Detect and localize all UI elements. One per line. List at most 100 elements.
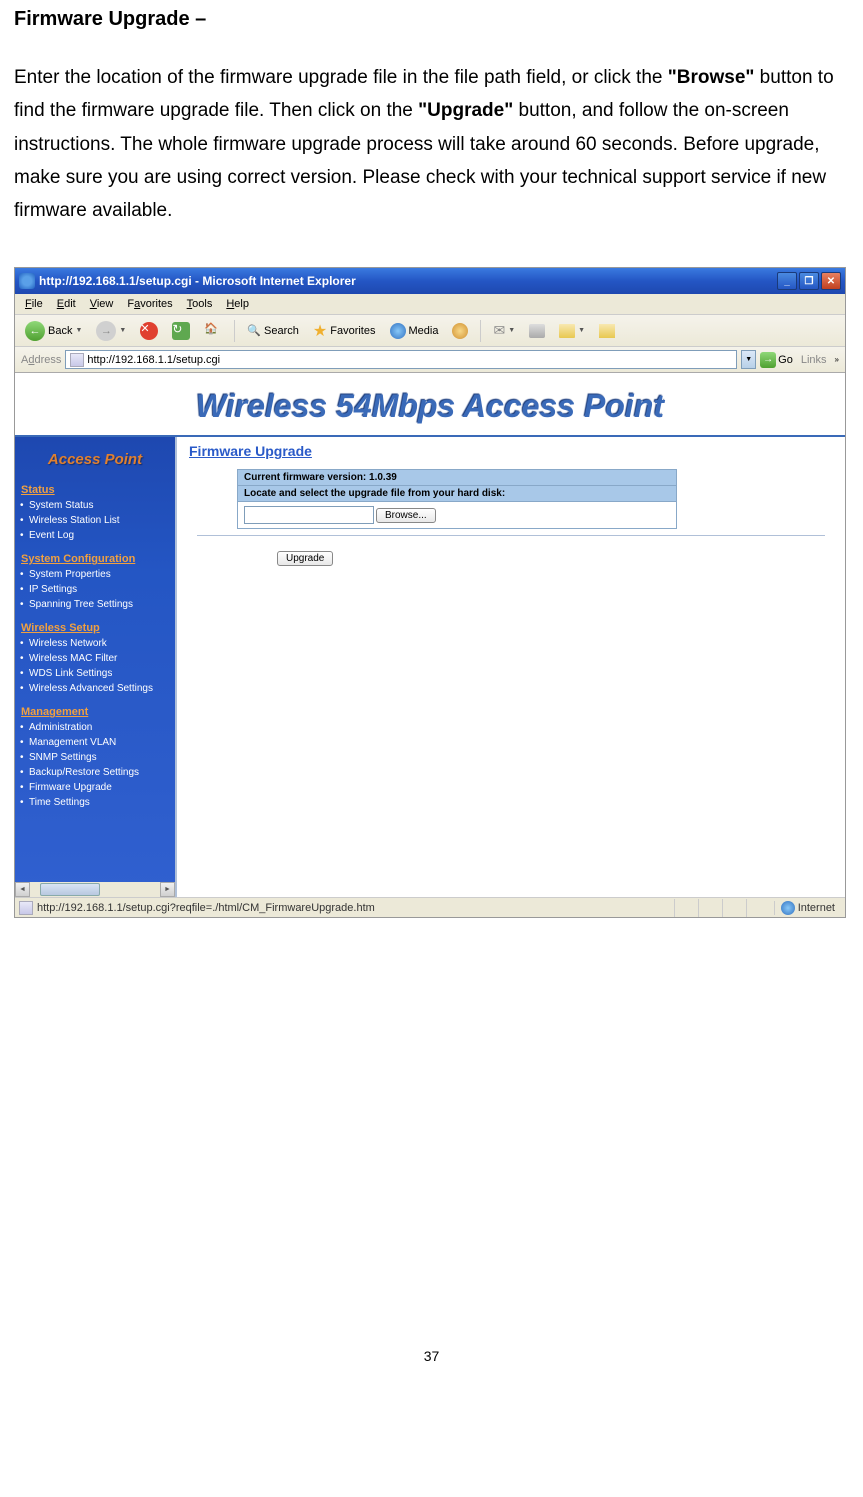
- close-button[interactable]: ✕: [821, 272, 841, 290]
- nav-administration[interactable]: Administration: [15, 720, 175, 735]
- nav-system-status[interactable]: System Status: [15, 498, 175, 513]
- upgrade-button[interactable]: Upgrade: [277, 551, 333, 566]
- links-label[interactable]: Links: [797, 354, 831, 366]
- menu-view[interactable]: View: [84, 296, 120, 312]
- body-upgrade-strong: "Upgrade": [418, 100, 513, 121]
- favorites-button[interactable]: ★ Favorites: [309, 319, 380, 343]
- media-icon: [390, 323, 406, 339]
- scroll-thumb[interactable]: [40, 883, 100, 896]
- menu-tools[interactable]: Tools: [181, 296, 219, 312]
- back-icon: ←: [25, 321, 45, 341]
- nav-wireless-network[interactable]: Wireless Network: [15, 636, 175, 651]
- nav-mgmt-vlan[interactable]: Management VLAN: [15, 735, 175, 750]
- star-icon: ★: [313, 321, 327, 341]
- media-button[interactable]: Media: [386, 321, 443, 341]
- minimize-button[interactable]: _: [777, 272, 797, 290]
- sidebar-section-wireless: Wireless Setup: [15, 618, 175, 636]
- menu-file[interactable]: File: [19, 296, 49, 312]
- go-button[interactable]: → Go: [760, 352, 793, 368]
- doc-title: Firmware Upgrade –: [14, 8, 849, 31]
- horizontal-scrollbar[interactable]: ◄ ►: [15, 882, 175, 897]
- page-header: Wireless 54Mbps Access Point: [15, 373, 845, 435]
- sidebar-title: Access Point: [15, 445, 175, 480]
- scroll-left-icon[interactable]: ◄: [15, 882, 30, 897]
- back-button[interactable]: ← Back ▼: [21, 319, 86, 343]
- toolbar: ← Back ▼ → ▼ ✕ ↻ 🏠 🔍 Search ★ Favorites …: [15, 315, 845, 347]
- discuss-button[interactable]: [595, 322, 619, 340]
- home-button[interactable]: 🏠: [200, 320, 226, 342]
- body-browse-strong: "Browse": [668, 67, 755, 88]
- scroll-track[interactable]: [30, 882, 160, 897]
- stop-icon: ✕: [140, 322, 158, 340]
- edit-button[interactable]: ▼: [555, 322, 589, 340]
- nav-firmware-upgrade[interactable]: Firmware Upgrade: [15, 780, 175, 795]
- page-content: Wireless 54Mbps Access Point Access Poin…: [15, 373, 845, 897]
- search-icon: 🔍: [247, 324, 261, 337]
- window-titlebar: http://192.168.1.1/setup.cgi - Microsoft…: [15, 268, 845, 294]
- home-icon: 🏠: [204, 322, 222, 340]
- main-panel: Firmware Upgrade Current firmware versio…: [175, 437, 845, 897]
- browser-screenshot: http://192.168.1.1/setup.cgi - Microsoft…: [14, 267, 846, 918]
- locate-row: Locate and select the upgrade file from …: [238, 486, 677, 502]
- locate-cell: Locate and select the upgrade file from …: [238, 486, 677, 502]
- favorites-label: Favorites: [330, 325, 375, 337]
- address-url: http://192.168.1.1/setup.cgi: [87, 354, 220, 366]
- nav-system-properties[interactable]: System Properties: [15, 567, 175, 582]
- sidebar-section-mgmt: Management: [15, 702, 175, 720]
- stop-button[interactable]: ✕: [136, 320, 162, 342]
- nav-event-log[interactable]: Event Log: [15, 528, 175, 543]
- menubar: File Edit View Favorites Tools Help: [15, 294, 845, 315]
- nav-wireless-advanced[interactable]: Wireless Advanced Settings: [15, 681, 175, 696]
- upgrade-table: Current firmware version: 1.0.39 Locate …: [237, 469, 677, 529]
- go-icon: →: [760, 352, 776, 368]
- address-dropdown[interactable]: ▼: [741, 350, 756, 369]
- globe-icon: [781, 901, 795, 915]
- file-row: Browse...: [238, 502, 677, 529]
- menu-favorites[interactable]: Favorites: [121, 296, 178, 312]
- history-icon: [452, 323, 468, 339]
- menu-edit[interactable]: Edit: [51, 296, 82, 312]
- nav-wds-link[interactable]: WDS Link Settings: [15, 666, 175, 681]
- doc-body: Enter the location of the firmware upgra…: [14, 61, 849, 227]
- nav-snmp[interactable]: SNMP Settings: [15, 750, 175, 765]
- menu-help[interactable]: Help: [220, 296, 255, 312]
- search-button[interactable]: 🔍 Search: [243, 322, 303, 339]
- address-label: Address: [21, 354, 61, 366]
- file-cell: Browse...: [238, 502, 677, 529]
- address-bar: Address http://192.168.1.1/setup.cgi ▼ →…: [15, 347, 845, 373]
- refresh-icon: ↻: [172, 322, 190, 340]
- chevron-down-icon: ▼: [508, 327, 515, 334]
- sidebar: Access Point Status System Status Wirele…: [15, 437, 175, 897]
- page-number: 37: [14, 1348, 849, 1364]
- status-cell: [722, 899, 746, 917]
- status-cell: [674, 899, 698, 917]
- print-button[interactable]: [525, 322, 549, 340]
- browse-button[interactable]: Browse...: [376, 508, 436, 523]
- history-button[interactable]: [448, 321, 472, 341]
- chevron-down-icon: ▼: [119, 327, 126, 334]
- forward-button[interactable]: → ▼: [92, 319, 130, 343]
- version-row: Current firmware version: 1.0.39: [238, 470, 677, 486]
- mail-button[interactable]: ✉▼: [489, 320, 519, 341]
- edit-icon: [559, 324, 575, 338]
- nav-spanning-tree[interactable]: Spanning Tree Settings: [15, 597, 175, 612]
- forward-icon: →: [96, 321, 116, 341]
- page-icon: [19, 901, 33, 915]
- status-cell: [746, 899, 770, 917]
- file-path-input[interactable]: [244, 506, 374, 524]
- refresh-button[interactable]: ↻: [168, 320, 194, 342]
- body-text-1: Enter the location of the firmware upgra…: [14, 67, 668, 88]
- mail-icon: ✉: [493, 322, 505, 339]
- nav-wireless-mac-filter[interactable]: Wireless MAC Filter: [15, 651, 175, 666]
- address-input[interactable]: http://192.168.1.1/setup.cgi: [65, 350, 737, 369]
- links-chevron-icon: »: [835, 355, 839, 364]
- scroll-right-icon[interactable]: ►: [160, 882, 175, 897]
- nav-ip-settings[interactable]: IP Settings: [15, 582, 175, 597]
- search-label: Search: [264, 325, 299, 337]
- nav-backup-restore[interactable]: Backup/Restore Settings: [15, 765, 175, 780]
- status-zone: Internet: [774, 901, 841, 915]
- nav-wireless-station-list[interactable]: Wireless Station List: [15, 513, 175, 528]
- maximize-button[interactable]: ❐: [799, 272, 819, 290]
- nav-time-settings[interactable]: Time Settings: [15, 795, 175, 810]
- page-header-title: Wireless 54Mbps Access Point: [15, 388, 845, 425]
